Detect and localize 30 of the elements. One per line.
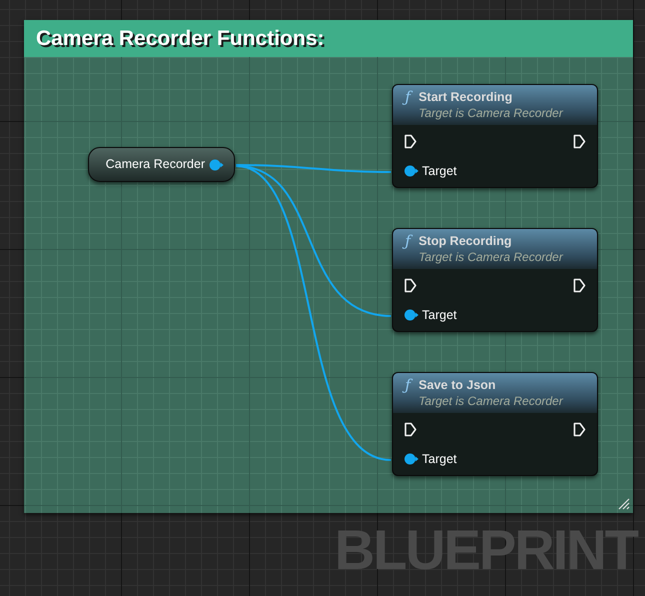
pin-label: Target bbox=[422, 307, 457, 324]
comment-title: Camera Recorder Functions: bbox=[36, 26, 324, 52]
pin-label: Target bbox=[422, 451, 457, 468]
exec-pin-icon[interactable] bbox=[573, 134, 586, 149]
variable-node[interactable]: Camera Recorder bbox=[88, 147, 235, 182]
exec-pin-icon[interactable] bbox=[573, 422, 586, 437]
function-node[interactable]: ƒ Save to Json Target is Camera Recorder Target bbox=[392, 372, 598, 476]
comment-box[interactable]: Camera Recorder Functions: Camera Recorder ƒ Start Recording Target is Camera Recorder Target ƒ Stop Recording Target is Camera Recorder Target ƒ Save to Json Target is Camera Recorder Target bbox=[24, 20, 633, 513]
graph-canvas[interactable] bbox=[0, 0, 645, 596]
function-node[interactable]: ƒ Start Recording Target is Camera Recorder Target bbox=[392, 84, 598, 188]
exec-pin-icon[interactable] bbox=[404, 422, 417, 437]
node-subtitle: Target is Camera Recorder bbox=[418, 106, 563, 121]
pin-icon[interactable] bbox=[404, 309, 419, 322]
function-node[interactable]: ƒ Stop Recording Target is Camera Recorder Target bbox=[392, 228, 598, 332]
node-title: Stop Recording bbox=[418, 233, 513, 250]
exec-pin-icon[interactable] bbox=[404, 134, 417, 149]
node-subtitle: Target is Camera Recorder bbox=[418, 250, 563, 265]
variable-label: Camera Recorder bbox=[106, 156, 205, 174]
pin-icon[interactable] bbox=[404, 165, 419, 178]
resize-grip-icon[interactable] bbox=[618, 498, 630, 510]
node-title: Save to Json bbox=[418, 377, 497, 394]
node-subtitle: Target is Camera Recorder bbox=[418, 394, 563, 409]
pin-icon[interactable] bbox=[209, 158, 224, 170]
pin-icon[interactable] bbox=[404, 453, 419, 466]
exec-pin-icon[interactable] bbox=[404, 278, 417, 293]
node-title: Start Recording bbox=[418, 89, 514, 106]
pin-label: Target bbox=[422, 163, 457, 180]
wire[interactable] bbox=[236, 164, 391, 173]
wire[interactable] bbox=[236, 165, 392, 461]
exec-pin-icon[interactable] bbox=[573, 278, 586, 293]
